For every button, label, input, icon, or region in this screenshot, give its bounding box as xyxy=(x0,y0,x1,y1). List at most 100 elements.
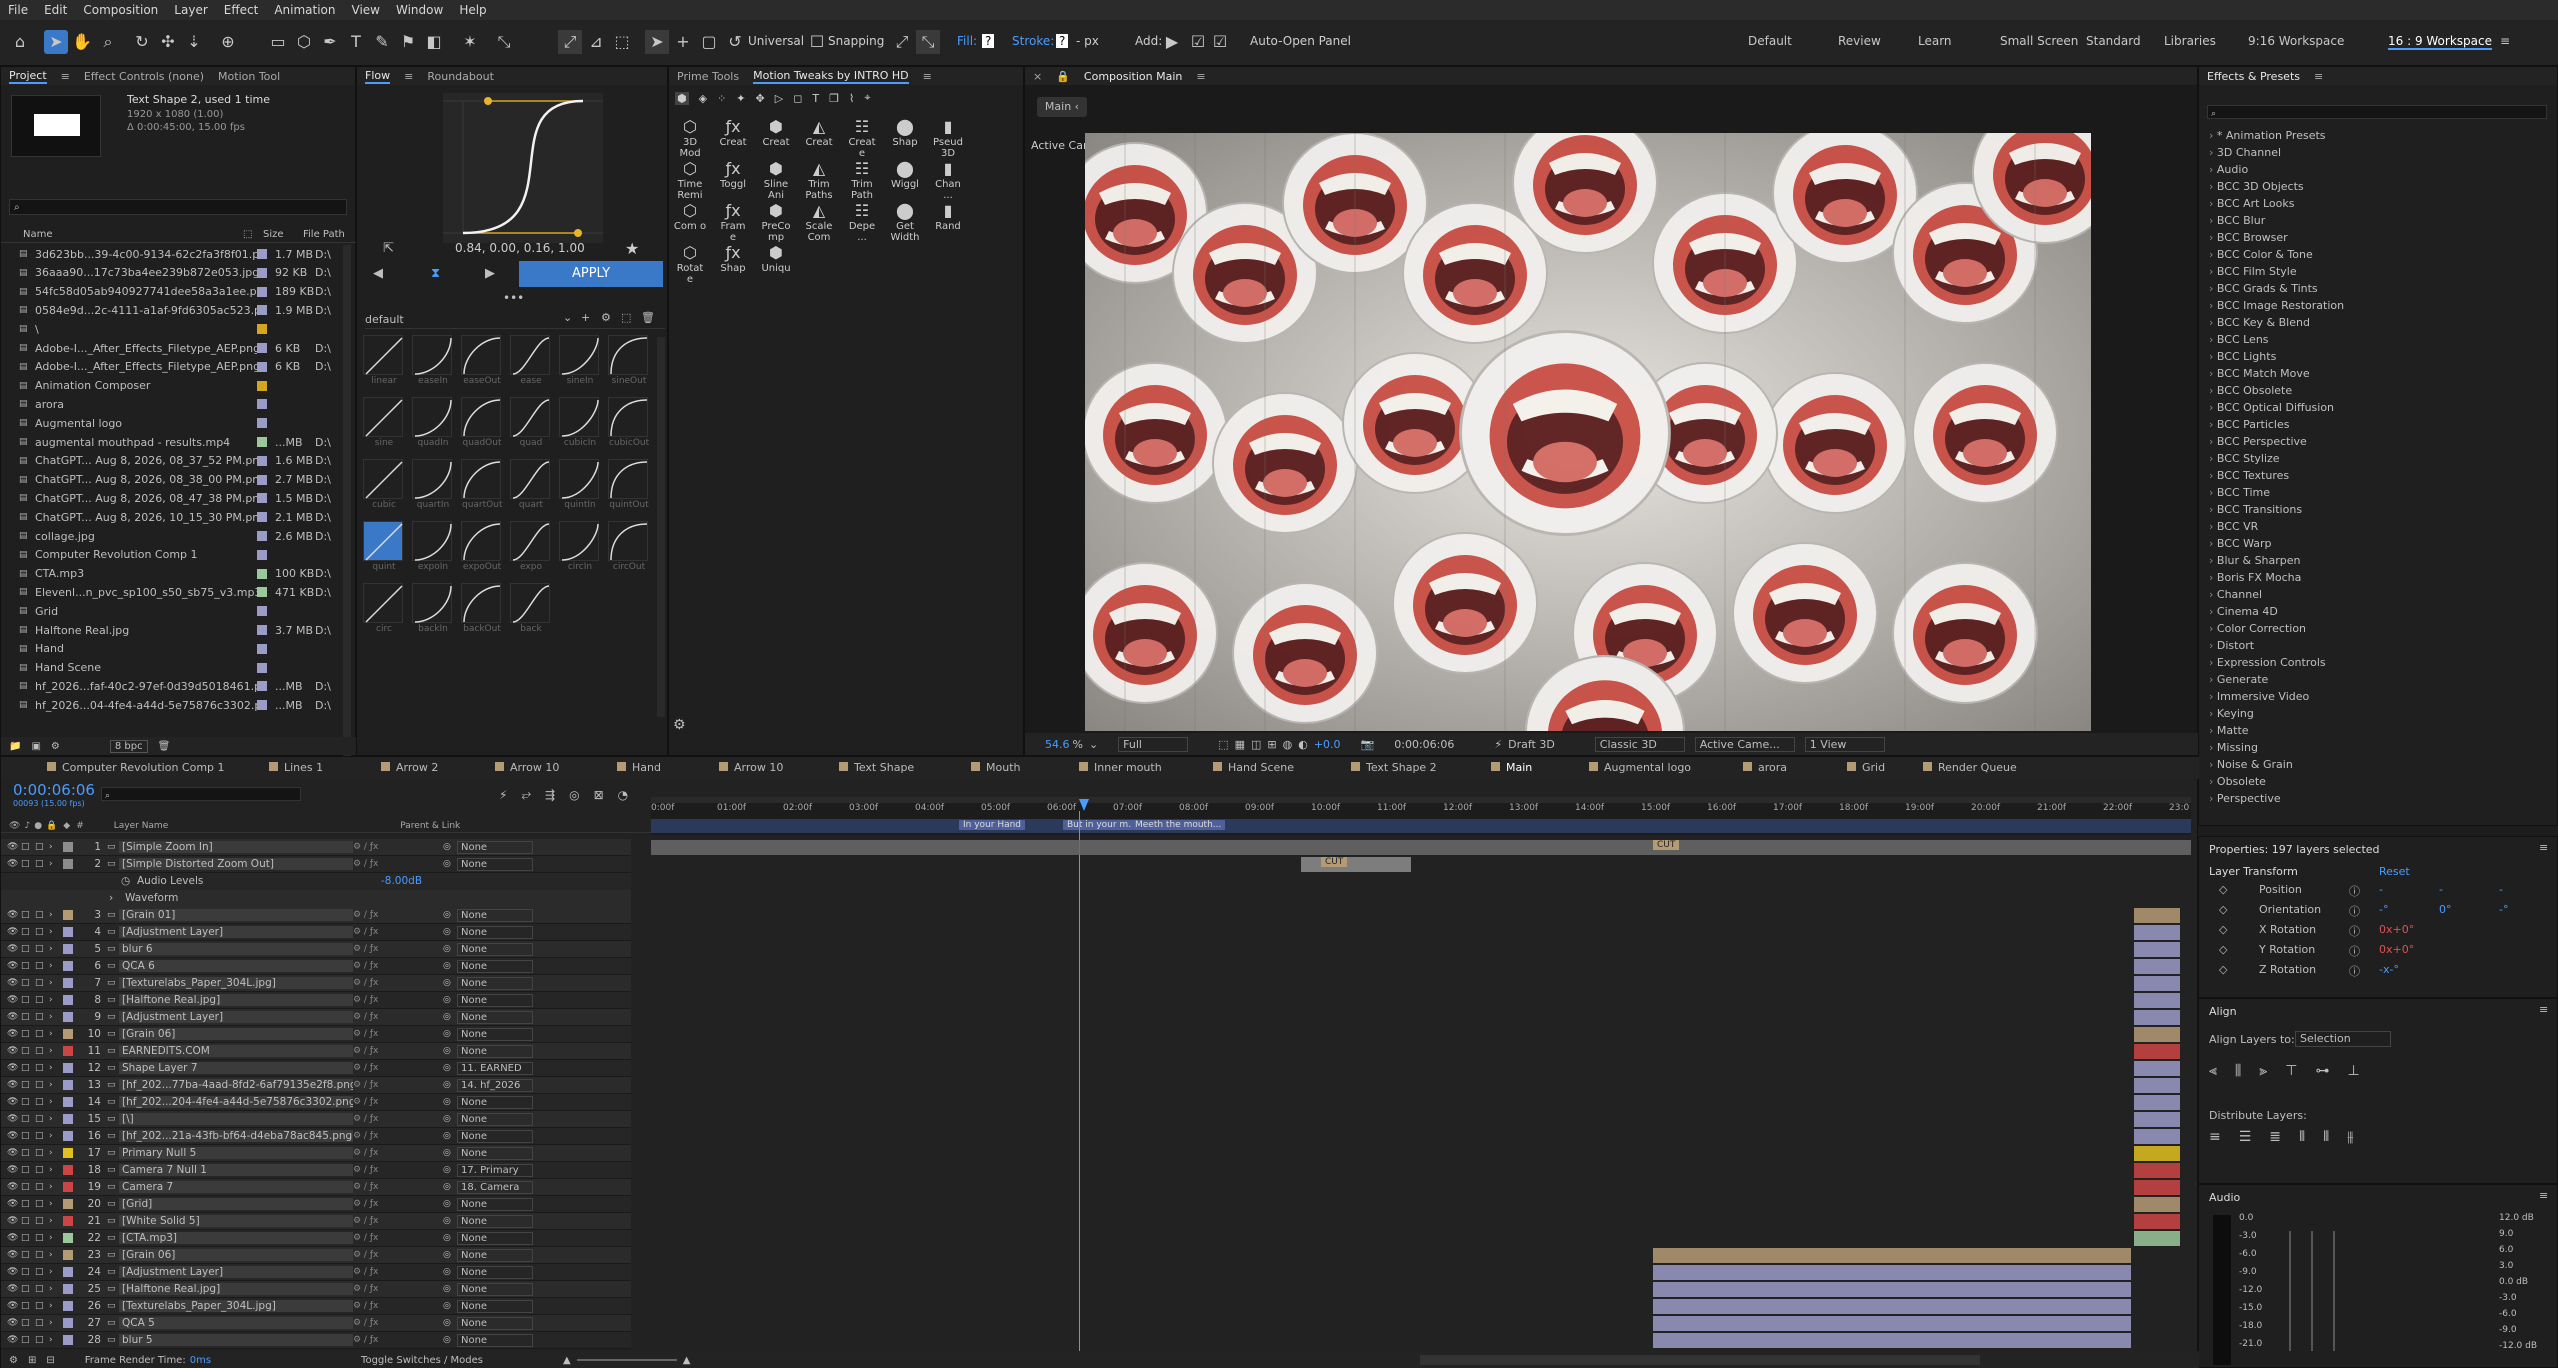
layer-switches[interactable]: ⚙ / ƒx xyxy=(353,995,443,1005)
label-color[interactable] xyxy=(257,305,267,316)
col-parent[interactable]: Parent & Link xyxy=(400,821,460,831)
expand-arrow-icon[interactable]: › xyxy=(49,1318,63,1328)
tool-button[interactable]: ƒx Shap xyxy=(716,243,750,283)
layer-row[interactable]: 👁 □ □ › 20 ▭ [Grid] ⚙ / ƒx ◎ None xyxy=(1,1196,631,1213)
marker-label[interactable]: But in your m... xyxy=(1063,820,1141,830)
timeline-tab[interactable]: Text Shape xyxy=(839,761,914,774)
list-item[interactable]: ▤ ChatGPT... Aug 8, 2026, 10_15_30 PM.png… xyxy=(1,508,351,526)
eye-icon[interactable]: 👁 xyxy=(7,1199,21,1209)
solo-icon[interactable]: ● xyxy=(34,821,42,831)
parent-pickwhip-icon[interactable]: ◎ xyxy=(443,1182,457,1192)
list-item[interactable]: ▤ Animation Composer xyxy=(1,377,351,395)
effect-category[interactable]: › BCC Blur xyxy=(2209,214,2265,231)
parent-select[interactable]: None xyxy=(457,840,533,854)
layer-switches[interactable]: ⚙ / ƒx xyxy=(353,1182,443,1192)
parent-select[interactable]: None xyxy=(457,925,533,939)
current-time[interactable]: 0:00:06:06 xyxy=(1394,738,1454,751)
eye-icon[interactable]: 👁 xyxy=(7,1250,21,1260)
property-value[interactable]: - xyxy=(2499,883,2503,896)
snapping-checkbox[interactable]: ☐ xyxy=(805,30,829,54)
label-color[interactable] xyxy=(257,418,267,429)
parent-select[interactable]: 17. Primary xyxy=(457,1163,533,1177)
select-arrow-icon[interactable]: ➤ xyxy=(645,30,669,54)
layer-label-color[interactable] xyxy=(63,1318,73,1328)
ease-preset[interactable]: sineOut xyxy=(608,335,648,386)
menu-item[interactable]: Effect xyxy=(224,3,259,17)
anchor-tool-icon[interactable]: ⊕ xyxy=(216,30,240,54)
pin-icon[interactable]: ⌖ xyxy=(864,91,870,105)
layer-switches[interactable]: ⚙ / ƒx xyxy=(353,1199,443,1209)
expand-arrow-icon[interactable]: › xyxy=(49,1080,63,1090)
menu-item[interactable]: Help xyxy=(459,3,486,17)
ease-preset[interactable]: easeOut xyxy=(461,335,501,386)
distribute-left-icon[interactable]: ⦀ xyxy=(2299,1129,2305,1145)
eye-icon[interactable]: 👁 xyxy=(7,927,21,937)
layer-label-color[interactable] xyxy=(63,910,73,920)
layer-duration-bar[interactable] xyxy=(2134,908,2180,923)
exposure-value[interactable]: +0.0 xyxy=(1314,738,1341,751)
layer-duration-bar[interactable] xyxy=(2134,1231,2180,1246)
parent-select[interactable]: None xyxy=(457,976,533,990)
timeline-tab[interactable]: Grid xyxy=(1847,761,1885,774)
eye-icon[interactable]: 👁 xyxy=(7,910,21,920)
audio-slider-track[interactable] xyxy=(2311,1231,2313,1351)
tool-button[interactable]: ƒx Fram e xyxy=(716,201,750,243)
layer-row[interactable]: 👁 □ □ › 19 ▭ Camera 7 ⚙ / ƒx ◎ 18. Camera xyxy=(1,1179,631,1196)
tool-button[interactable]: ⬢ Sline Ani xyxy=(759,159,793,201)
timeline-scrollbar[interactable] xyxy=(1420,1355,1981,1365)
timeline-tab[interactable]: Hand xyxy=(617,761,661,774)
lock-switch[interactable]: □ xyxy=(35,1029,49,1039)
add-menu-icon[interactable]: ▶ xyxy=(1160,30,1184,54)
ease-preset[interactable]: backIn xyxy=(412,583,452,634)
effect-category[interactable]: › BCC Match Move xyxy=(2209,367,2310,384)
exposure-icon[interactable]: ◐ xyxy=(1298,738,1308,751)
property-value[interactable]: 0x+0° xyxy=(2379,923,2414,936)
new-folder-icon[interactable]: 📁 xyxy=(9,741,21,752)
lock-switch[interactable]: □ xyxy=(35,1250,49,1260)
effect-category[interactable]: › BCC Image Restoration xyxy=(2209,299,2344,316)
marker-label[interactable]: In your Hand xyxy=(959,820,1026,830)
ease-preset[interactable]: backOut xyxy=(461,583,501,634)
solo-switch[interactable]: □ xyxy=(21,995,35,1005)
layer-duration-bar[interactable] xyxy=(2134,1197,2180,1212)
property-value[interactable]: -° xyxy=(2379,903,2388,916)
import-icon[interactable]: ⬚ xyxy=(621,311,631,324)
layer-label-color[interactable] xyxy=(63,927,73,937)
layer-name[interactable]: Primary Null 5 xyxy=(119,1147,353,1159)
label-color[interactable] xyxy=(257,455,267,466)
expand-arrow-icon[interactable]: › xyxy=(49,1012,63,1022)
lock-switch[interactable]: □ xyxy=(35,1165,49,1175)
align-hcenter-icon[interactable]: ⫼ xyxy=(2235,1063,2241,1079)
view-select[interactable]: 1 View xyxy=(1804,736,1885,752)
lock-switch[interactable]: □ xyxy=(35,1046,49,1056)
square-icon[interactable]: ◻ xyxy=(793,92,802,105)
layer-label-color[interactable] xyxy=(63,1216,73,1226)
layer-label-color[interactable] xyxy=(63,1080,73,1090)
list-item[interactable]: ▤ arora xyxy=(1,395,351,413)
tool-button[interactable]: ☷ Trim Path xyxy=(845,159,879,201)
stamp-tool-icon[interactable]: ⚑ xyxy=(396,30,420,54)
timeline-tab[interactable]: Arrow 10 xyxy=(495,761,559,774)
tool-button[interactable]: ƒx Toggl xyxy=(716,159,750,199)
layer-row[interactable]: 👁 □ □ › 24 ▭ [Adjustment Layer] ⚙ / ƒx ◎ None xyxy=(1,1264,631,1281)
parent-pickwhip-icon[interactable]: ◎ xyxy=(443,1301,457,1311)
menu-item[interactable]: File xyxy=(8,3,28,17)
menu-item[interactable]: Composition xyxy=(83,3,158,17)
layer-label-color[interactable] xyxy=(63,978,73,988)
pan-tool-icon[interactable]: ⇣ xyxy=(182,30,206,54)
label-color[interactable] xyxy=(257,361,267,372)
ease-preset[interactable]: quartOut xyxy=(461,459,502,510)
eye-icon[interactable]: 👁 xyxy=(9,821,20,831)
workspace-tab[interactable]: Standard xyxy=(2086,34,2141,48)
expand-arrow-icon[interactable]: › xyxy=(49,1131,63,1141)
layer-row[interactable]: 👁 □ □ › 9 ▭ [Adjustment Layer] ⚙ / ƒx ◎ None xyxy=(1,1009,631,1026)
effect-category[interactable]: › BCC Time xyxy=(2209,486,2270,503)
parent-pickwhip-icon[interactable]: ◎ xyxy=(443,1114,457,1124)
layer-label-color[interactable] xyxy=(63,1301,73,1311)
layer-row[interactable]: 👁 □ □ › 8 ▭ [Halftone Real.jpg] ⚙ / ƒx ◎ None xyxy=(1,992,631,1009)
layer-name[interactable]: [Halftone Real.jpg] xyxy=(119,994,353,1006)
effect-category[interactable]: › Cinema 4D xyxy=(2209,605,2278,622)
layer-label-color[interactable] xyxy=(63,1012,73,1022)
effect-category[interactable]: › BCC Perspective xyxy=(2209,435,2307,452)
stopwatch-icon[interactable]: ◷ xyxy=(121,875,130,887)
